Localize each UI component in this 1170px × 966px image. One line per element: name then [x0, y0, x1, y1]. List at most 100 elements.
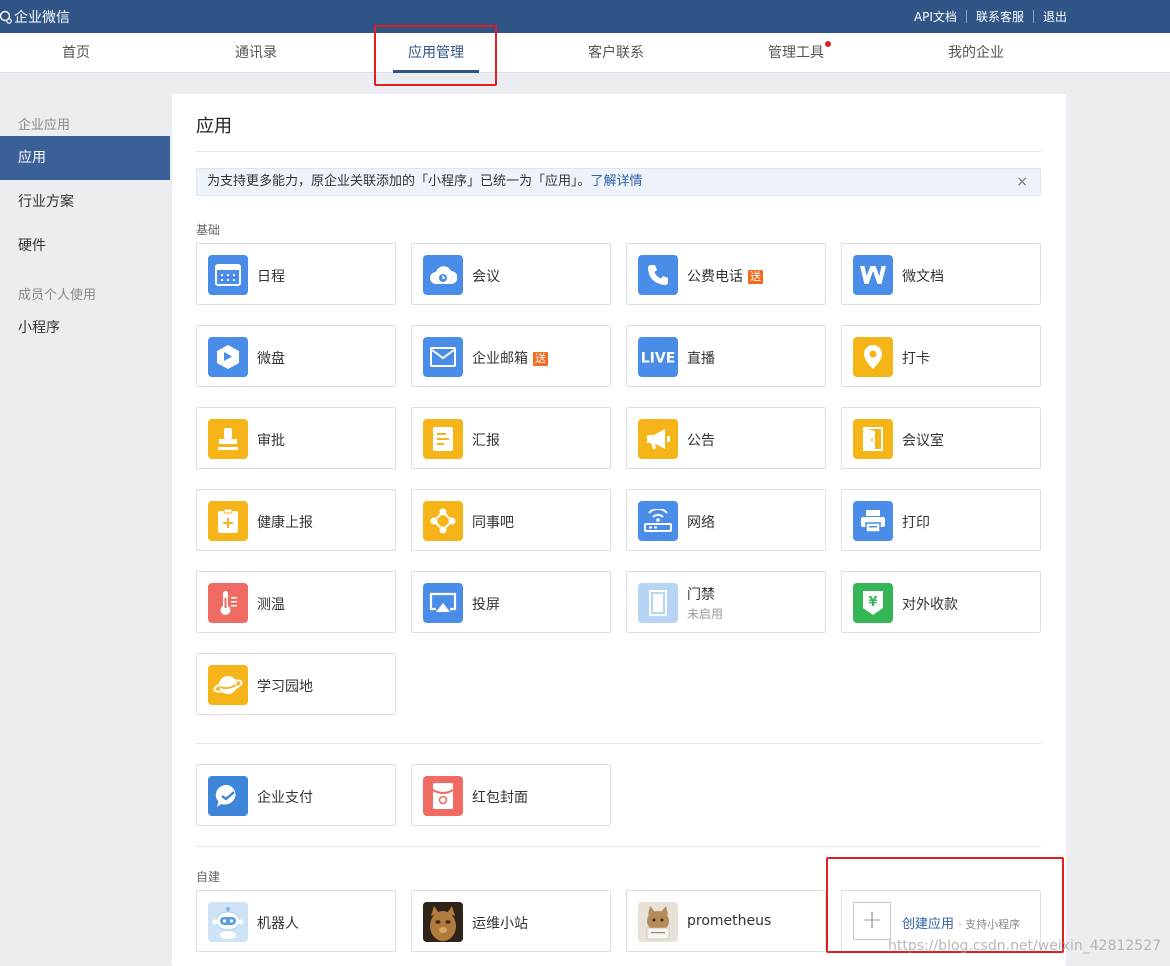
app-card-screencast[interactable]: 投屏: [411, 571, 611, 633]
app-name: 公费电话送: [687, 266, 763, 286]
divider: [1032, 10, 1034, 23]
highlight-box-nav: [374, 25, 497, 86]
sidebar-item-apps[interactable]: 应用: [0, 136, 170, 180]
watermark: https://blog.csdn.net/weixin_42812527: [888, 938, 1162, 954]
sidebar-item-hardware[interactable]: 硬件: [0, 224, 170, 268]
app-card-network[interactable]: 网络: [626, 489, 826, 551]
main-nav: 首页 通讯录 应用管理 客户联系 管理工具 我的企业: [0, 33, 1170, 73]
door-icon: [853, 419, 893, 459]
nav-customer-contact[interactable]: 客户联系: [526, 33, 706, 73]
divider: [196, 743, 1041, 744]
app-card-live[interactable]: LIVE 直播: [626, 325, 826, 387]
wecom-logo-icon: [0, 8, 12, 26]
sidebar-item-industry-solutions[interactable]: 行业方案: [0, 180, 170, 224]
app-name-text: 企业邮箱: [472, 351, 528, 367]
app-name: 测温: [257, 597, 285, 613]
brand-name: 企业微信: [14, 9, 70, 26]
app-name: 门禁: [687, 587, 715, 603]
api-docs-link[interactable]: API文档: [914, 8, 957, 25]
app-name: 学习园地: [257, 679, 313, 695]
app-card-announcement[interactable]: 公告: [626, 407, 826, 469]
page-title: 应用: [196, 116, 232, 137]
cat-photo-icon: [423, 902, 463, 942]
app-card-robot[interactable]: 机器人: [196, 890, 396, 952]
red-envelope-icon: [423, 776, 463, 816]
divider: [196, 151, 1041, 152]
contact-support-link[interactable]: 联系客服: [976, 8, 1024, 25]
doc-w-icon: [853, 255, 893, 295]
app-card-approval[interactable]: 审批: [196, 407, 396, 469]
divider: [196, 846, 1041, 847]
app-name: 网络: [687, 515, 715, 531]
sidebar-group-enterprise-apps: 企业应用: [18, 118, 71, 133]
app-name: prometheus: [687, 913, 772, 929]
app-card-schedule[interactable]: 日程: [196, 243, 396, 305]
app-card-meeting-room[interactable]: 会议室: [841, 407, 1041, 469]
calendar-icon: [208, 255, 248, 295]
app-card-enterprise-pay[interactable]: 企业支付: [196, 764, 396, 826]
notice-text: 为支持更多能力，原企业关联添加的「小程序」已统一为「应用」。: [207, 174, 591, 189]
app-card-phone[interactable]: 公费电话送: [626, 243, 826, 305]
app-card-health-report[interactable]: 健康上报: [196, 489, 396, 551]
sidebar-group-personal: 成员个人使用: [18, 288, 97, 303]
close-icon[interactable]: ×: [1016, 169, 1028, 195]
wifi-router-icon: [638, 501, 678, 541]
app-name: 打印: [902, 515, 930, 531]
app-name: 红包封面: [472, 790, 528, 806]
app-name: 会议室: [902, 433, 944, 449]
pay-icon: [208, 776, 248, 816]
app-name: 直播: [687, 351, 715, 367]
app-card-mail[interactable]: 企业邮箱送: [411, 325, 611, 387]
app-card-learning[interactable]: 学习园地: [196, 653, 396, 715]
sidebar: 企业应用 应用 行业方案 硬件 成员个人使用 小程序: [0, 94, 170, 966]
app-card-payment[interactable]: ¥ 对外收款: [841, 571, 1041, 633]
app-card-report[interactable]: 汇报: [411, 407, 611, 469]
nav-management-tools[interactable]: 管理工具: [706, 33, 886, 73]
app-name: 打卡: [902, 351, 930, 367]
nav-home[interactable]: 首页: [0, 33, 166, 73]
learn-more-link[interactable]: 了解详情: [591, 174, 643, 189]
logout-link[interactable]: 退出: [1043, 8, 1067, 25]
printer-icon: [853, 501, 893, 541]
drive-icon: [208, 337, 248, 377]
app-name: 机器人: [257, 916, 299, 932]
screencast-icon: [423, 583, 463, 623]
app-name: 运维小站: [472, 916, 528, 932]
payment-yuan-icon: ¥: [853, 583, 893, 623]
robot-icon: [208, 902, 248, 942]
nav-contacts[interactable]: 通讯录: [166, 33, 346, 73]
app-card-print[interactable]: 打印: [841, 489, 1041, 551]
section-label-basic: 基础: [196, 223, 221, 237]
app-name: 微盘: [257, 351, 285, 367]
divider: [965, 10, 967, 23]
app-card-red-envelope[interactable]: 红包封面: [411, 764, 611, 826]
health-report-icon: [208, 501, 248, 541]
top-bar: 企业微信 API文档 联系客服 退出: [0, 0, 1170, 33]
brand[interactable]: 企业微信: [0, 0, 70, 33]
app-card-colleague-forum[interactable]: 同事吧: [411, 489, 611, 551]
app-status-disabled: 未启用: [687, 607, 724, 621]
app-card-access-control[interactable]: 门禁 未启用: [626, 571, 826, 633]
app-card-temperature[interactable]: 测温: [196, 571, 396, 633]
thermometer-icon: [208, 583, 248, 623]
app-name: 汇报: [472, 433, 500, 449]
notification-dot: [825, 41, 831, 47]
app-card-prometheus[interactable]: prometheus: [626, 890, 826, 952]
app-card-meeting[interactable]: 会议: [411, 243, 611, 305]
app-card-docs[interactable]: 微文档: [841, 243, 1041, 305]
app-name: 日程: [257, 269, 285, 285]
app-name: 对外收款: [902, 597, 958, 613]
sidebar-item-mini-programs[interactable]: 小程序: [0, 306, 170, 350]
app-name-text: 公费电话: [687, 269, 743, 285]
app-name: 审批: [257, 433, 285, 449]
apps-panel: 应用 为支持更多能力，原企业关联添加的「小程序」已统一为「应用」。了解详情 × …: [172, 94, 1066, 966]
meeting-cloud-icon: [423, 255, 463, 295]
svg-text:LIVE: LIVE: [641, 351, 676, 366]
app-name: 企业支付: [257, 790, 313, 806]
nav-my-enterprise[interactable]: 我的企业: [886, 33, 1066, 73]
app-card-checkin[interactable]: 打卡: [841, 325, 1041, 387]
planet-icon: [208, 665, 248, 705]
app-card-ops-station[interactable]: 运维小站: [411, 890, 611, 952]
community-icon: [423, 501, 463, 541]
app-card-drive[interactable]: 微盘: [196, 325, 396, 387]
